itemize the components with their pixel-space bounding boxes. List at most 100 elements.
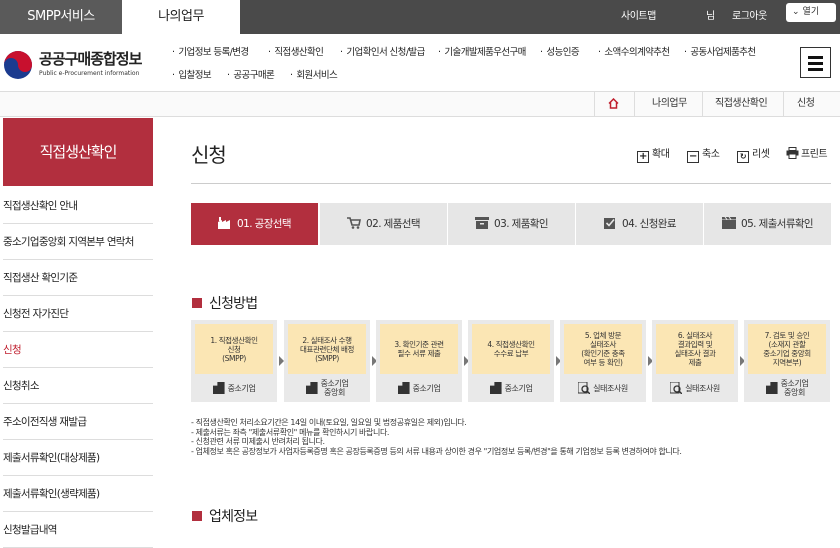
hamburger-icon-bar [808,68,823,71]
section-title-text: 업체정보 [209,509,258,525]
breadcrumb-divider [634,92,635,116]
zoom-out-button[interactable]: − 축소 [687,145,720,163]
building-icon [397,382,410,394]
process-step-actor: 중소기업 중앙회 [288,376,366,400]
process-step-text: 5. 업체 방문 실태조사 (확인기준 충족 여부 등 확인) [564,324,642,374]
process-step-text: 3. 확인기준 관련 필수 서류 제출 [380,324,458,374]
tab-my-work[interactable]: 나의업무 [122,0,240,34]
breadcrumb-my-work[interactable]: 나의업무 [652,92,687,116]
actor-label: 중소기업 중앙회 [780,379,809,397]
zoom-in-button[interactable]: + 확대 [637,145,670,163]
print-button[interactable]: 프린트 [786,145,828,160]
notice-list: - 직접생산확인 처리소요기간은 14일 이내(토요일, 일요일 및 법정공휴일… [191,418,831,456]
sidebar-item-docs-target[interactable]: 제출서류확인(대상제품) [3,440,153,476]
clapper-icon [722,217,736,229]
process-step: 6. 실태조사 결과입력 및 실태조사 결과 제출 실태조사원 [652,320,738,402]
step-label: 01. 공장선택 [237,218,291,230]
hamburger-menu-button[interactable] [800,47,831,78]
process-step: 5. 업체 방문 실태조사 (확인기준 충족 여부 등 확인) 실태조사원 [560,320,646,402]
gnb-item-direct-production[interactable]: 직접생산확인 [268,44,323,58]
breadcrumb-divider [783,92,784,116]
gnb-item-small-contract[interactable]: 소액수의계약추천 [598,44,670,58]
process-step-text: 4. 직접생산확인 수수료 납부 [472,324,550,374]
sidebar-item-self-diagnosis[interactable]: 신청전 자가진단 [3,296,153,332]
sidebar-item-criteria[interactable]: 직접생산 확인기준 [3,260,153,296]
chevron-down-icon: ⌄ [792,7,800,17]
box-icon [475,217,490,229]
process-step-actor: 중소기업 [380,376,458,400]
step-docs-check[interactable]: 05. 제출서류확인 [704,203,831,245]
building-icon [305,382,318,394]
inspector-icon [578,382,591,394]
building-icon [765,382,778,394]
step-label: 05. 제출서류확인 [741,218,814,230]
process-step-text: 1. 직접생산확인 신청 (SMPP) [195,324,273,374]
sidebar-item-cancel[interactable]: 신청취소 [3,368,153,404]
print-icon [786,147,799,159]
sidebar-item-reissue[interactable]: 주소이전직생 재발급 [3,404,153,440]
process-step: 7. 검토 및 승인 (소재지 관할 중소기업 중앙회 지역본부) 중소기업 중앙… [744,320,830,402]
reset-label: 리셋 [752,149,770,160]
building-icon [212,382,225,394]
building-icon [489,382,502,394]
gnb-item-tech-priority[interactable]: 기술개발제품우선구매 [438,44,526,58]
section-title-company-info: 업체정보 [192,506,258,526]
top-bar: SMPP서비스 나의업무 사이트맵 님 로그아웃 ⌄ 열기 [0,0,840,34]
title-divider [191,183,831,184]
actor-label: 중소기업 [504,383,533,393]
process-step: 4. 직접생산확인 수수료 납부중소기업 [468,320,554,402]
gnb-item-company-info[interactable]: 기업정보 등록/변경 [172,44,249,58]
notice-item: - 업체정보 혹은 공장정보가 사업자등록증명 혹은 공장등록증명 등의 서류 … [191,446,682,456]
process-step-actor: 실태조사원 [656,376,734,400]
step-label: 04. 신청완료 [622,218,676,230]
hamburger-icon-bar [808,62,823,65]
step-factory-select[interactable]: 01. 공장선택 [191,203,318,245]
gnb-item-company-certificate[interactable]: 기업확인서 신청/발급 [340,44,425,58]
gnb-item-performance-cert[interactable]: 성능인증 [540,44,579,58]
step-label: 03. 제품확인 [494,218,548,230]
breadcrumb: 나의업무 직접생산확인 신청 [0,91,840,117]
minus-icon: − [687,151,699,163]
step-product-confirm[interactable]: 03. 제품확인 [448,203,575,245]
breadcrumb-apply[interactable]: 신청 [797,92,815,116]
sidebar-item-docs-omitted[interactable]: 제출서류확인(생략제품) [3,476,153,512]
actor-label: 실태조사원 [593,383,628,393]
zoom-out-label: 축소 [702,149,720,160]
sidebar-item-regional-contacts[interactable]: 중소기업중앙회 지역본부 연락처 [3,224,153,260]
process-step: 1. 직접생산확인 신청 (SMPP) 중소기업 [191,320,277,402]
print-label: 프린트 [801,149,828,160]
plus-icon: + [637,151,649,163]
page-title: 신청 [191,143,227,167]
home-icon[interactable] [608,98,619,109]
actor-label: 실태조사원 [685,383,720,393]
logo-title: 공공구매종합정보 [39,50,142,68]
section-title-apply-method: 신청방법 [192,293,258,313]
section-bullet-icon [192,511,202,521]
gnb-item-member-service[interactable]: 회원서비스 [290,67,337,81]
gnb-item-bid-info[interactable]: 입찰정보 [172,67,211,81]
sidebar-title: 직접생산확인 [3,118,153,186]
reset-button[interactable]: ↻ 리셋 [737,145,770,163]
logout-link[interactable]: 로그아웃 [732,0,767,34]
step-product-select[interactable]: 02. 제품선택 [320,203,447,245]
zoom-in-label: 확대 [652,149,670,160]
process-step-actor: 실태조사원 [564,376,642,400]
sidebar-item-apply[interactable]: 신청 [3,332,153,368]
gnb-item-procurement-loan[interactable]: 공공구매론 [227,67,274,81]
process-step-text: 2. 실태조사 수행 대표관련단체 배정 (SMPP) [288,324,366,374]
breadcrumb-direct-production[interactable]: 직접생산확인 [715,92,768,116]
step-apply-complete[interactable]: 04. 신청완료 [576,203,703,245]
sitemap-link[interactable]: 사이트맵 [621,0,656,34]
process-step-actor: 중소기업 [195,376,273,400]
process-step: 3. 확인기준 관련 필수 서류 제출 중소기업 [376,320,462,402]
sidebar-item-guide[interactable]: 직접생산확인 안내 [3,188,153,224]
user-greeting: 님 [706,11,715,22]
sidebar-item-issue-history[interactable]: 신청발급내역 [3,512,153,548]
site-logo[interactable]: 공공구매종합정보 Public e-Procurement informatio… [3,48,153,84]
taegeuk-logo-icon [4,51,32,79]
breadcrumb-divider [594,92,595,116]
tab-smpp-service[interactable]: SMPP서비스 [0,0,122,34]
open-button[interactable]: ⌄ 열기 [786,3,836,22]
reset-icon: ↻ [737,151,749,163]
gnb-item-joint-product[interactable]: 공동사업제품추천 [684,44,756,58]
